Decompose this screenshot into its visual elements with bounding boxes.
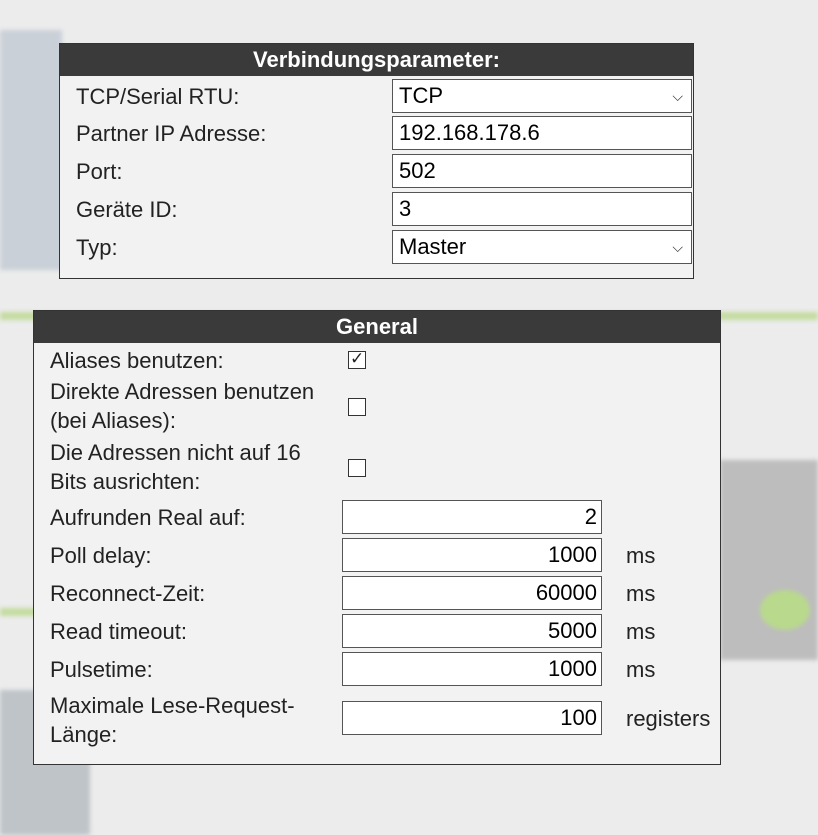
tcp-serial-value: TCP (399, 83, 443, 108)
round-real-label: Aufrunden Real auf: (50, 505, 246, 530)
direct-addresses-checkbox[interactable] (348, 398, 366, 416)
general-panel: General Aliases benutzen: ✓ Direkte Adre… (33, 310, 721, 765)
type-select[interactable]: Master ⌵ (392, 230, 692, 264)
read-timeout-input[interactable] (342, 614, 602, 648)
aliases-label: Aliases benutzen: (50, 348, 224, 373)
general-panel-title: General (34, 311, 720, 343)
no-16bit-align-checkbox[interactable] (348, 459, 366, 477)
connection-panel: Verbindungsparameter: TCP/Serial RTU: TC… (59, 43, 694, 279)
reconnect-time-unit: ms (626, 581, 656, 606)
port-input[interactable] (392, 154, 692, 188)
pulsetime-unit: ms (626, 657, 656, 682)
poll-delay-unit: ms (626, 543, 656, 568)
pulsetime-input[interactable] (342, 652, 602, 686)
partner-ip-label: Partner IP Adresse: (76, 121, 267, 146)
max-read-request-label: Maximale Lese-Request-Länge: (50, 693, 295, 747)
tcp-serial-select[interactable]: TCP ⌵ (392, 79, 692, 113)
direct-addresses-label: Direkte Adressen benutzen (bei Aliases): (50, 379, 315, 433)
aliases-checkbox[interactable]: ✓ (348, 349, 366, 369)
no-16bit-align-label: Die Adressen nicht auf 16 Bits ausrichte… (50, 440, 301, 494)
chevron-down-icon: ⌵ (672, 239, 683, 255)
read-timeout-unit: ms (626, 619, 656, 644)
round-real-input[interactable] (342, 500, 602, 534)
checkmark-icon: ✓ (350, 349, 365, 368)
type-value: Master (399, 234, 467, 259)
connection-panel-title: Verbindungsparameter: (60, 44, 693, 76)
read-timeout-label: Read timeout: (50, 619, 187, 644)
chevron-down-icon: ⌵ (672, 88, 683, 104)
poll-delay-label: Poll delay: (50, 543, 152, 568)
partner-ip-input[interactable] (392, 116, 692, 150)
tcp-serial-label: TCP/Serial RTU: (76, 84, 240, 109)
reconnect-time-label: Reconnect-Zeit: (50, 581, 206, 606)
pulsetime-label: Pulsetime: (50, 657, 153, 682)
port-label: Port: (76, 159, 123, 184)
poll-delay-input[interactable] (342, 538, 602, 572)
device-id-input[interactable] (392, 192, 692, 226)
max-read-request-unit: registers (626, 706, 711, 731)
reconnect-time-input[interactable] (342, 576, 602, 610)
max-read-request-input[interactable] (342, 701, 602, 735)
device-id-label: Geräte ID: (76, 197, 178, 222)
type-label: Typ: (76, 235, 118, 260)
